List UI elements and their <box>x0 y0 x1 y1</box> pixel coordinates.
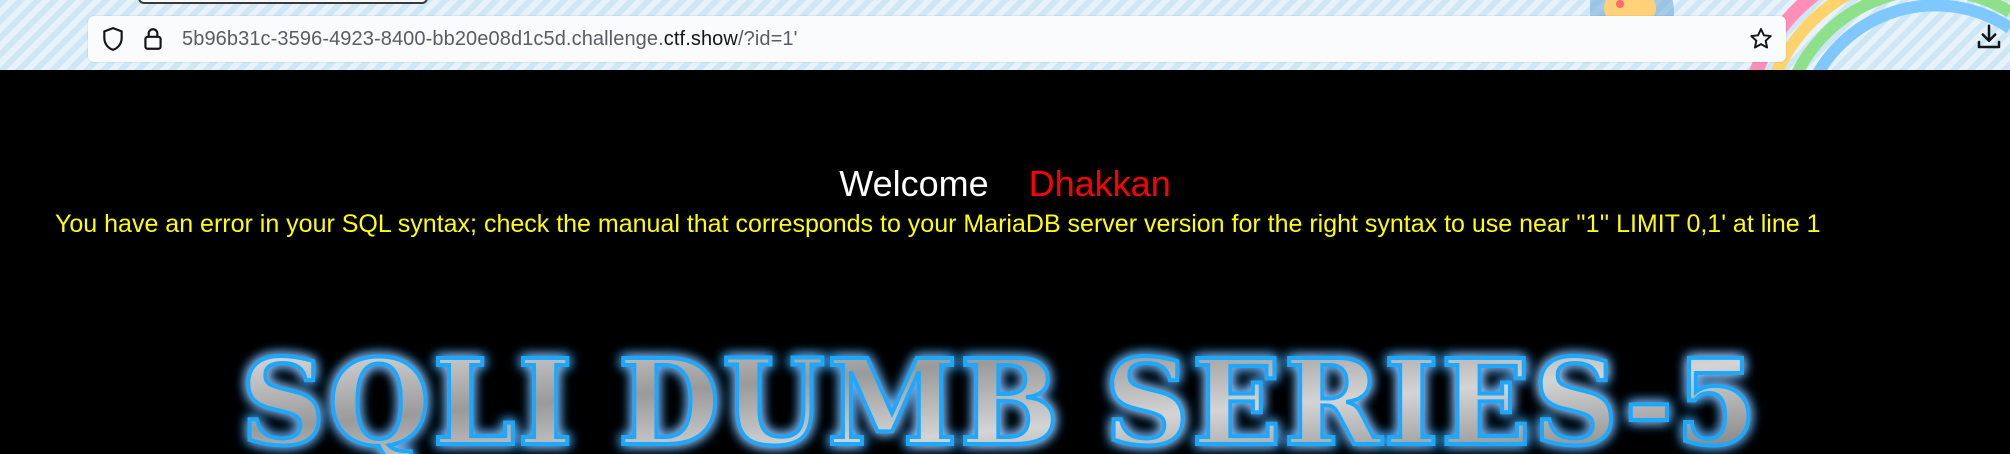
url-prefix: 5b96b31c-3596-4923-8400-bb20e08d1c5d.cha… <box>182 28 664 50</box>
series-banner-image: SQLI DUMB SERIES-5 <box>239 331 1760 454</box>
welcome-label: Welcome <box>839 163 989 204</box>
welcome-name: Dhakkan <box>1028 163 1171 204</box>
download-icon[interactable] <box>1974 22 2004 52</box>
star-icon[interactable] <box>1748 26 1774 52</box>
url-text[interactable]: 5b96b31c-3596-4923-8400-bb20e08d1c5d.cha… <box>182 26 798 52</box>
address-bar[interactable]: 5b96b31c-3596-4923-8400-bb20e08d1c5d.cha… <box>88 16 1786 62</box>
welcome-line: Welcome Dhakkan <box>0 162 2010 206</box>
page-content: Welcome Dhakkan You have an error in your… <box>0 70 2010 454</box>
shield-icon[interactable] <box>100 26 126 52</box>
active-tab-edge[interactable] <box>138 0 428 4</box>
url-domain: ctf.show <box>663 28 738 50</box>
lock-icon[interactable] <box>140 26 166 52</box>
url-path: /?id=1' <box>737 28 798 50</box>
banner-text: SQLI DUMB SERIES-5 <box>241 333 1760 454</box>
sql-error-message: You have an error in your SQL syntax; ch… <box>55 210 1821 238</box>
browser-toolbar: 5b96b31c-3596-4923-8400-bb20e08d1c5d.cha… <box>0 0 2010 70</box>
